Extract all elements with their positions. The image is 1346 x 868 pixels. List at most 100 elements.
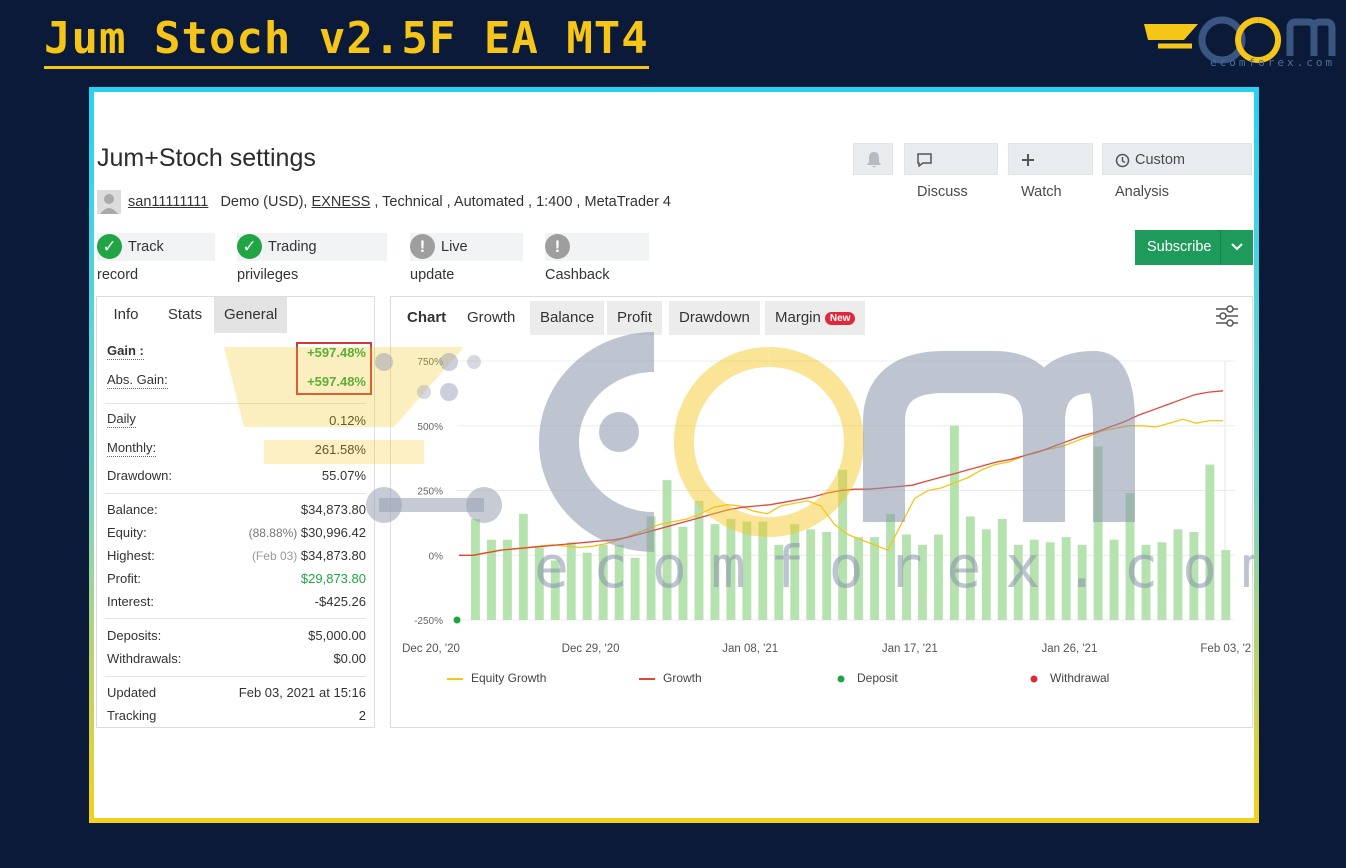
stat-label: Deposits:	[107, 628, 162, 643]
screenshot-frame: Jum+Stoch settings Discuss Watch Custom …	[89, 87, 1259, 823]
stat-monthly: Monthly: 261.58%	[107, 440, 366, 460]
custom-analysis-button[interactable]: Custom Analysis	[1102, 143, 1252, 200]
daily-bar	[1157, 542, 1167, 620]
daily-bar	[1205, 464, 1215, 620]
badge-trading-privileges[interactable]: ✓ Trading privileges	[237, 233, 387, 283]
daily-bar	[518, 513, 528, 620]
badge-label: Cashback	[545, 267, 610, 283]
broker-link[interactable]: EXNESS	[312, 194, 371, 210]
stat-interest: Interest: -$425.26	[107, 592, 366, 612]
notify-button[interactable]	[853, 143, 893, 175]
daily-bar	[1109, 539, 1119, 620]
stat-prefix: (88.88%)	[248, 526, 298, 540]
daily-bar	[1029, 539, 1039, 620]
stat-label: Tracking	[107, 708, 157, 723]
legend-label: Equity Growth	[471, 671, 547, 685]
daily-bar	[1125, 493, 1135, 620]
stat-withdrawals: Withdrawals: $0.00	[107, 649, 366, 669]
daily-bar	[1013, 544, 1023, 620]
check-icon: ✓	[237, 233, 262, 259]
myfxbook-panel: Jum+Stoch settings Discuss Watch Custom …	[94, 92, 1254, 818]
legend-growth: Growth	[639, 671, 702, 685]
chart-panel: Chart Growth Balance Profit Drawdown Mar…	[390, 296, 1253, 728]
x-tick-label: Jan 26, '21	[1041, 643, 1097, 655]
stat-label: Interest:	[107, 594, 154, 609]
daily-bar	[678, 526, 688, 620]
y-tick-label: -250%	[414, 616, 443, 627]
stat-value: 261.58%	[314, 442, 366, 457]
stat-label: Drawdown:	[107, 468, 173, 483]
legend-deposit: Deposit	[837, 671, 898, 685]
y-tick-label: 750%	[417, 357, 443, 368]
daily-bar	[902, 534, 911, 620]
daily-bar	[1221, 550, 1231, 620]
stat-label: Equity:	[107, 525, 147, 540]
account-type: Demo (USD),	[220, 193, 308, 210]
plus-icon	[1022, 154, 1034, 167]
legend-equity-growth: Equity Growth	[447, 671, 546, 685]
daily-bar	[1141, 544, 1151, 620]
stat-profit: Profit: $29,873.80	[107, 569, 366, 589]
subscribe-button[interactable]: Subscribe	[1135, 230, 1253, 265]
badge-track-record[interactable]: ✓ Track record	[97, 233, 215, 283]
y-tick-label: 0%	[429, 551, 444, 562]
x-tick-label: Jan 08, '21	[722, 643, 778, 655]
logo-subtitle: ecomforex.com	[1210, 56, 1336, 69]
tab-general[interactable]: General	[214, 297, 287, 333]
stat-label: Withdrawals:	[107, 651, 182, 666]
discuss-button[interactable]: Discuss	[904, 143, 998, 200]
stat-label: Highest:	[107, 548, 155, 563]
tab-stats[interactable]: Stats	[155, 297, 215, 333]
daily-bar	[1173, 529, 1183, 620]
daily-bar	[1061, 537, 1071, 620]
watch-label: Watch	[1021, 184, 1062, 200]
x-tick-label: Feb 03, '21	[1200, 643, 1252, 655]
exclamation-icon: !	[545, 233, 570, 259]
daily-bar	[614, 544, 624, 620]
legend-dot-icon	[1030, 675, 1038, 683]
x-tick-label: Dec 29, '20	[562, 643, 620, 655]
stat-value: 2	[358, 708, 366, 723]
stat-label: Gain :	[107, 343, 144, 360]
daily-bar	[949, 425, 959, 620]
stat-daily: Daily 0.12%	[107, 411, 366, 431]
stat-updated: Updated Feb 03, 2021 at 15:16	[107, 683, 366, 703]
stat-label: Updated	[107, 685, 157, 700]
x-tick-label: Dec 20, '20	[402, 643, 460, 655]
daily-bar	[502, 539, 512, 620]
speech-bubble-icon	[917, 153, 932, 168]
watch-button[interactable]: Watch	[1008, 143, 1093, 200]
daily-bar	[806, 529, 816, 620]
daily-bar	[774, 544, 784, 620]
stat-value: $5,000.00	[308, 628, 366, 643]
chevron-down-icon[interactable]	[1220, 230, 1253, 265]
badge-cashback[interactable]: ! Cashback	[545, 233, 649, 283]
daily-bar	[854, 537, 864, 620]
badge-live-update[interactable]: ! Live update	[410, 233, 523, 283]
stat-label: Daily	[107, 411, 136, 428]
daily-bar	[662, 480, 672, 620]
daily-bar	[870, 537, 880, 620]
subscribe-label: Subscribe	[1147, 239, 1212, 255]
legend-line-icon	[639, 677, 655, 680]
legend-line-icon	[447, 677, 463, 680]
highlight-box	[296, 342, 372, 395]
clock-icon	[1115, 153, 1130, 167]
stat-prefix: (Feb 03)	[251, 549, 298, 563]
daily-bar	[1189, 531, 1199, 620]
daily-bar	[582, 552, 592, 620]
exclamation-icon: !	[410, 233, 435, 259]
bell-icon	[867, 152, 881, 168]
account-details: , Technical , Automated , 1:400 , MetaTr…	[374, 193, 671, 210]
daily-bar	[550, 560, 560, 620]
growth-chart: 750% 500% 250% 0% -250% Dec 20, '20 Dec 29, '2…	[402, 357, 1252, 655]
username-link[interactable]: san11111111	[128, 194, 208, 210]
stat-deposits: Deposits: $5,000.00	[107, 626, 366, 646]
account-meta: san11111111 Demo (USD), EXNESS , Technic…	[97, 190, 671, 214]
discuss-label: Discuss	[917, 184, 968, 200]
daily-bar	[710, 524, 720, 620]
tab-info[interactable]: Info	[97, 297, 155, 333]
legend-label: Withdrawal	[1050, 671, 1110, 685]
stats-panel: Info Stats General Gain : +597.48% Abs. G…	[96, 296, 375, 728]
daily-bar	[965, 516, 975, 620]
